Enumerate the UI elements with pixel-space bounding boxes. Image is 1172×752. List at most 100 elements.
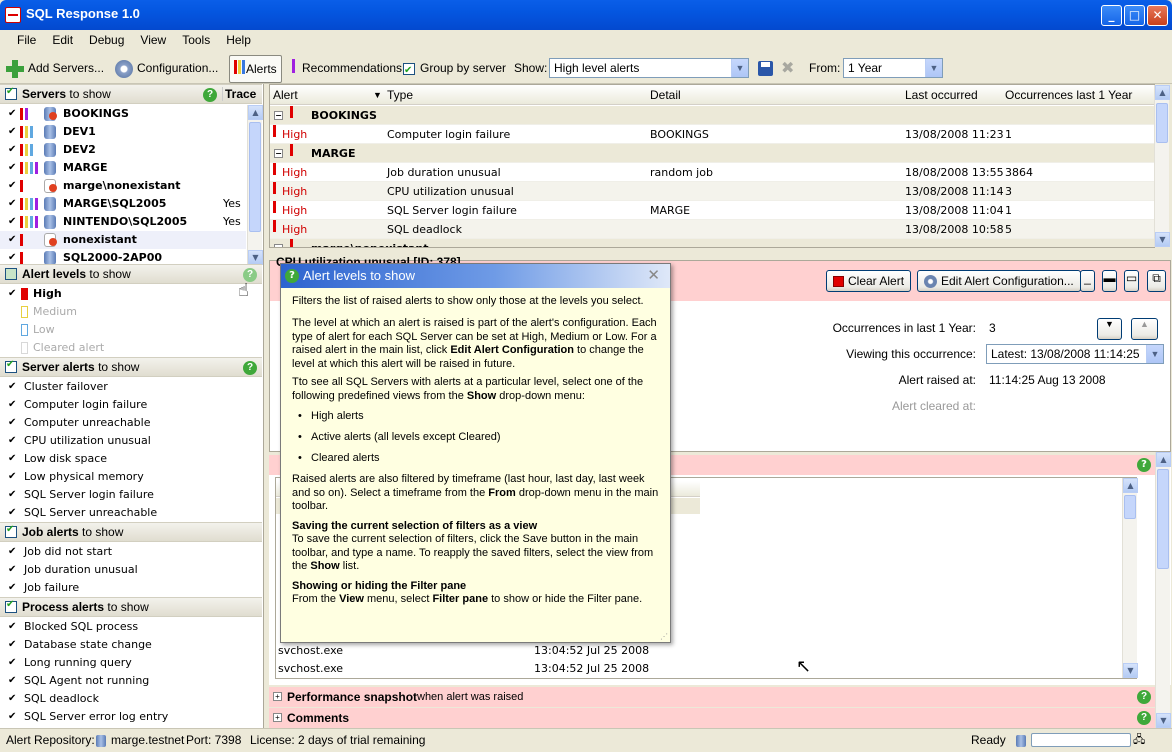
scroll-down-arrow[interactable]: ▼ — [1156, 713, 1171, 728]
save-view-icon[interactable] — [758, 61, 773, 76]
server-row[interactable]: ✔ nonexistant — [0, 231, 246, 249]
expand-icon[interactable]: + — [273, 713, 282, 722]
scroll-up-arrow[interactable]: ▲ — [1123, 478, 1138, 493]
server-row[interactable]: ✔ marge\nonexistant — [0, 177, 246, 195]
check-icon[interactable]: ✔ — [8, 654, 16, 672]
help-icon[interactable]: ? — [1137, 690, 1151, 704]
check-icon[interactable]: ✔ — [8, 141, 16, 159]
check-icon[interactable]: ✔ — [8, 195, 16, 213]
check-icon[interactable]: ✔ — [8, 378, 16, 396]
check-icon[interactable]: ✔ — [8, 177, 16, 195]
check-icon[interactable]: ✔ — [8, 105, 16, 123]
check-icon[interactable]: ✔ — [8, 636, 16, 654]
restore-pane-button[interactable]: ▬ — [1102, 270, 1117, 292]
maximize-button[interactable]: □ — [1124, 5, 1145, 26]
column-detail[interactable]: Detail — [650, 88, 681, 102]
alert-type-row[interactable]: ✔ SQL Server error log entry — [0, 708, 262, 726]
column-type[interactable]: Type — [387, 88, 413, 102]
alert-type-row[interactable]: ✔ SQL deadlock — [0, 690, 262, 708]
from-select[interactable]: 1 Year ▼ — [843, 58, 943, 78]
grid-alert-row[interactable]: High CPU utilization unusual 13/08/2008 11… — [270, 182, 1154, 201]
alerts-view-button[interactable]: Alerts — [229, 55, 282, 83]
close-icon[interactable]: ✕ — [647, 266, 660, 284]
alert-type-row[interactable]: ✔ Database state change — [0, 636, 262, 654]
scroll-up-arrow[interactable]: ▲ — [248, 105, 263, 120]
level-high[interactable]: ✔ High — [0, 285, 262, 303]
check-icon[interactable]: ✔ — [8, 396, 16, 414]
resize-grip-icon[interactable]: ⋰ — [660, 632, 668, 641]
alert-type-row[interactable]: ✔ Cluster failover — [0, 378, 262, 396]
alert-type-row[interactable]: ✔ Low physical memory — [0, 468, 262, 486]
menu-help[interactable]: Help — [218, 30, 259, 47]
check-icon[interactable]: ✔ — [8, 486, 16, 504]
level-low[interactable]: Low — [0, 321, 262, 339]
previous-occurrence-button[interactable]: ▲ — [1131, 318, 1158, 340]
minimize-button[interactable]: _ — [1101, 5, 1122, 26]
scroll-down-arrow[interactable]: ▼ — [248, 250, 263, 265]
level-medium[interactable]: Medium — [0, 303, 262, 321]
help-icon[interactable]: ? — [203, 88, 217, 102]
edit-alert-configuration-button[interactable]: Edit Alert Configuration... — [917, 270, 1081, 292]
group-by-server-checkbox[interactable] — [403, 61, 415, 81]
close-button[interactable]: ✕ — [1147, 5, 1168, 26]
menu-edit[interactable]: Edit — [44, 30, 81, 47]
server-row[interactable]: ✔ SQL2000-2AP00 — [0, 249, 246, 265]
menu-debug[interactable]: Debug — [81, 30, 132, 47]
lower-pane-scrollbar[interactable]: ▲ ▼ — [1155, 452, 1171, 728]
process-alerts-all-checkbox[interactable] — [5, 599, 17, 613]
processes-scrollbar[interactable]: ▲ ▼ — [1122, 478, 1138, 678]
collapse-icon[interactable]: − — [274, 244, 283, 247]
alert-type-row[interactable]: ✔ SQL Agent not running — [0, 672, 262, 690]
maximize-pane-button[interactable]: ▭ — [1124, 270, 1139, 292]
server-row[interactable]: ✔ DEV2 — [0, 141, 246, 159]
alert-type-row[interactable]: ✔ Job did not start — [0, 543, 262, 561]
check-icon[interactable]: ✔ — [8, 708, 16, 726]
check-icon[interactable]: ✔ — [8, 618, 16, 636]
column-occurrences[interactable]: Occurrences last 1 Year — [1005, 88, 1132, 102]
comments-header[interactable]: + Comments ? — [269, 708, 1155, 728]
check-icon[interactable]: ✔ — [8, 468, 16, 486]
alert-type-row[interactable]: ✔ CPU utilization unusual — [0, 432, 262, 450]
clear-alert-button[interactable]: Clear Alert — [826, 270, 912, 292]
scroll-up-arrow[interactable]: ▲ — [1155, 85, 1170, 100]
configuration-button[interactable]: Configuration... — [115, 58, 218, 80]
alert-type-row[interactable]: ✔ SQL Server login failure — [0, 486, 262, 504]
grid-alert-row[interactable]: High Computer login failure BOOKINGS 13/08/… — [270, 125, 1154, 144]
alert-type-row[interactable]: ✔ Blocked SQL process — [0, 618, 262, 636]
alert-type-row[interactable]: ✔ Computer unreachable — [0, 414, 262, 432]
check-icon[interactable]: ✔ — [8, 561, 16, 579]
grid-group-row[interactable]: − BOOKINGS — [270, 106, 1154, 125]
occurrence-select[interactable]: Latest: 13/08/2008 11:14:25 ▼ — [986, 344, 1164, 364]
help-icon[interactable]: ? — [243, 361, 257, 375]
alert-type-row[interactable]: ✔ Computer login failure — [0, 396, 262, 414]
delete-view-icon[interactable]: ✖ — [781, 58, 794, 77]
check-icon[interactable]: ✔ — [8, 504, 16, 522]
show-select[interactable]: High level alerts ▼ — [549, 58, 749, 78]
collapse-icon[interactable]: − — [274, 111, 283, 120]
scroll-thumb[interactable] — [1157, 469, 1169, 569]
alert-type-row[interactable]: ✔ SQL Server unreachable — [0, 504, 262, 522]
grid-group-row[interactable]: − marge\nonexistant — [270, 239, 1154, 247]
server-row[interactable]: ✔ MARGE — [0, 159, 246, 177]
server-alerts-all-checkbox[interactable] — [5, 359, 17, 373]
alert-type-row[interactable]: ✔ Low disk space — [0, 450, 262, 468]
level-cleared[interactable]: Cleared alert — [0, 339, 262, 357]
servers-all-checkbox[interactable] — [5, 86, 17, 100]
expand-icon[interactable]: + — [273, 692, 282, 701]
server-row[interactable]: ✔ BOOKINGS — [0, 105, 246, 123]
scroll-thumb[interactable] — [249, 122, 261, 232]
check-icon[interactable]: ✔ — [8, 672, 16, 690]
column-last-occurred[interactable]: Last occurred — [905, 88, 978, 102]
alert-type-row[interactable]: ✔ Long running query — [0, 654, 262, 672]
scroll-up-arrow[interactable]: ▲ — [1156, 452, 1171, 467]
scroll-thumb[interactable] — [1156, 103, 1168, 143]
grid-group-row[interactable]: − MARGE — [270, 144, 1154, 163]
grid-alert-row[interactable]: High SQL deadlock 13/08/2008 10:58 5 — [270, 220, 1154, 239]
column-alert[interactable]: Alert — [273, 88, 298, 102]
check-icon[interactable]: ✔ — [8, 213, 16, 231]
float-pane-button[interactable]: ⧉ — [1147, 270, 1166, 292]
help-icon[interactable]: ? — [1137, 711, 1151, 725]
grid-alert-row[interactable]: High SQL Server login failure MARGE 13/08/2… — [270, 201, 1154, 220]
next-occurrence-button[interactable]: ▼ — [1097, 318, 1122, 340]
check-icon[interactable]: ✔ — [8, 690, 16, 708]
